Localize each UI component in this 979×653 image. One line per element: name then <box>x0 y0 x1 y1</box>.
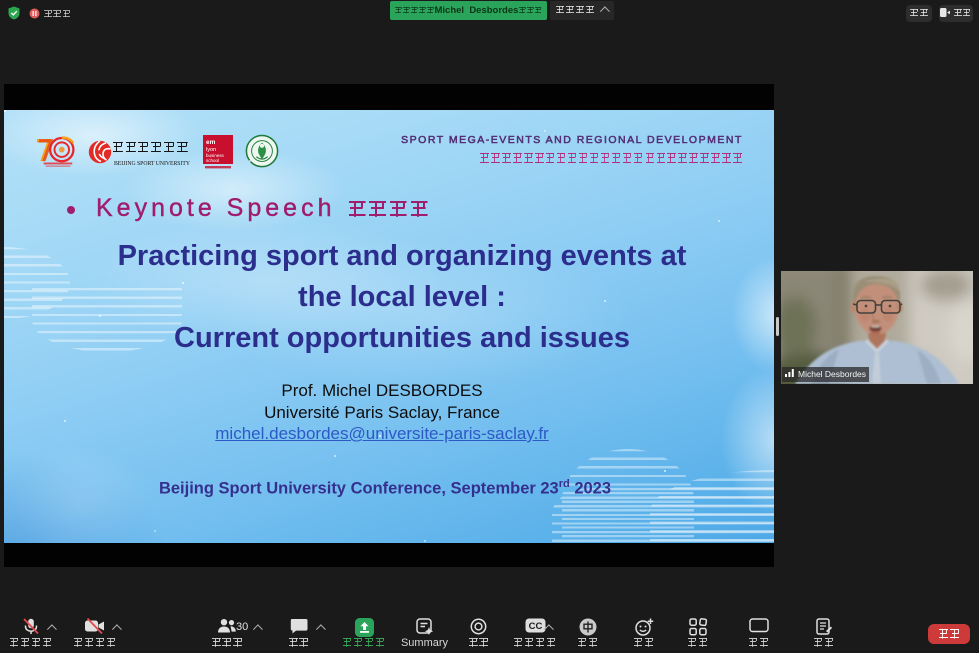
svg-text:CC: CC <box>528 621 542 632</box>
svg-text:em: em <box>206 139 216 146</box>
svg-text:school: school <box>206 158 219 163</box>
svg-text:BEIJING SPORT UNIVERSITY: BEIJING SPORT UNIVERSITY <box>114 160 190 167</box>
